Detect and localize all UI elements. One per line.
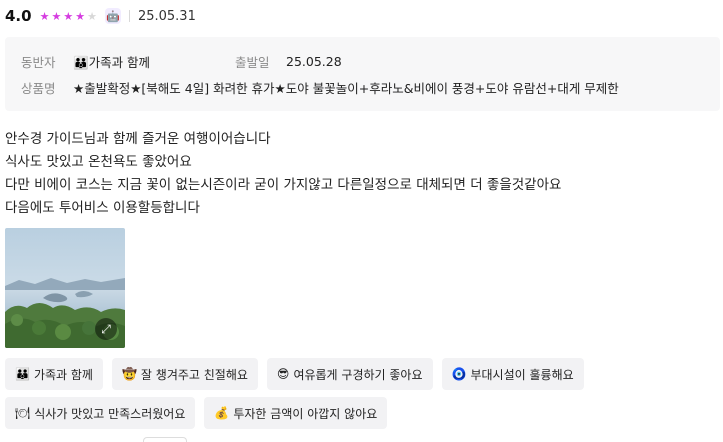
tag-label: 여유롭게 구경하기 좋아요 <box>293 367 423 382</box>
tag-facilities: 🧿 부대시설이 훌륭해요 <box>441 358 584 390</box>
divider <box>128 10 130 22</box>
review-date: 25.05.31 <box>137 8 196 24</box>
review-photo[interactable]: ⤢ <box>5 228 125 348</box>
review-line: 다만 비에이 코스는 지금 꽃이 없는시즌이라 굳이 가지않고 다른일정으로 대… <box>5 177 562 193</box>
trip-info-box: 동반자 👪가족과 함께 출발일 25.05.28 상품명 ★출발확정★[북해도 … <box>5 37 720 111</box>
tag-kind-guide: 🤠 잘 챙겨주고 친절해요 <box>111 358 258 390</box>
tag-label: 투자한 금액이 아깝지 않아요 <box>233 406 378 421</box>
review-line: 식사도 맛있고 온천욕도 좋았어요 <box>5 154 192 170</box>
tag-label: 부대시설이 훌륭해요 <box>470 367 574 382</box>
review-tags: 👪 가족과 함께 🤠 잘 챙겨주고 친절해요 😎 여유롭게 구경하기 좋아요 🧿… <box>5 358 720 436</box>
family-icon: 👪 <box>73 55 89 70</box>
cowboy-face-icon: 🤠 <box>121 367 137 381</box>
nazar-amulet-icon: 🧿 <box>451 367 467 381</box>
review-body: 안수경 가이드님과 함께 즐거운 여행이어습니다 식사도 맛있고 온천욕도 좋았… <box>5 128 561 220</box>
info-row-companion: 동반자 👪가족과 함께 출발일 25.05.28 <box>21 52 711 71</box>
tag-row: 🍽 식사가 맛있고 만족스러웠어요 💰 투자한 금액이 아깝지 않아요 <box>5 397 720 429</box>
family-icon: 👪 <box>15 367 30 381</box>
rating-stars: ★ ★ ★ ★ ★ <box>40 11 97 22</box>
next-control-edge[interactable] <box>143 437 187 442</box>
robot-face-icon: 🤖 <box>104 8 121 24</box>
expand-icon[interactable]: ⤢ <box>95 318 117 340</box>
tag-row: 👪 가족과 함께 🤠 잘 챙겨주고 친절해요 😎 여유롭게 구경하기 좋아요 🧿… <box>5 358 720 390</box>
companion-label: 동반자 <box>21 55 56 70</box>
companion-text: 가족과 함께 <box>88 55 151 70</box>
tag-family: 👪 가족과 함께 <box>5 358 103 390</box>
info-row-product: 상품명 ★출발확정★[북해도 4일] 화려한 휴가★도야 불꽃놀이+후라노&비에… <box>21 78 619 97</box>
product-label: 상품명 <box>21 81 56 96</box>
review-header: 4.0 ★ ★ ★ ★ ★ 🤖 25.05.31 <box>5 6 196 26</box>
money-bag-icon: 💰 <box>214 406 230 420</box>
tag-meals: 🍽 식사가 맛있고 만족스러웠어요 <box>5 397 196 429</box>
companion-value: 👪가족과 함께 <box>73 52 150 71</box>
review-line: 안수경 가이드님과 함께 즐거운 여행이어습니다 <box>5 131 271 147</box>
departure-label: 출발일 <box>235 55 270 70</box>
review-line: 다음에도 투어비스 이용할등합니다 <box>5 200 200 216</box>
product-value: ★출발확정★[북해도 4일] 화려한 휴가★도야 불꽃놀이+후라노&비에이 풍경… <box>73 81 619 96</box>
tag-label: 식사가 맛있고 만족스러웠어요 <box>34 406 186 421</box>
star-icon: ★ <box>39 9 50 23</box>
star-icon: ★ <box>63 9 74 23</box>
sunglasses-face-icon: 😎 <box>276 367 290 381</box>
star-icon: ★ <box>75 9 86 23</box>
departure-value: 25.05.28 <box>286 54 342 69</box>
star-icon: ★ <box>51 9 62 23</box>
tag-relaxed-sightseeing: 😎 여유롭게 구경하기 좋아요 <box>266 358 433 390</box>
tag-value: 💰 투자한 금액이 아깝지 않아요 <box>204 397 388 429</box>
plate-cutlery-icon: 🍽 <box>15 406 31 420</box>
rating-score: 4.0 <box>5 7 32 25</box>
star-icon: ★ <box>87 9 97 23</box>
tag-label: 가족과 함께 <box>33 367 93 382</box>
tag-label: 잘 챙겨주고 친절해요 <box>140 367 248 382</box>
